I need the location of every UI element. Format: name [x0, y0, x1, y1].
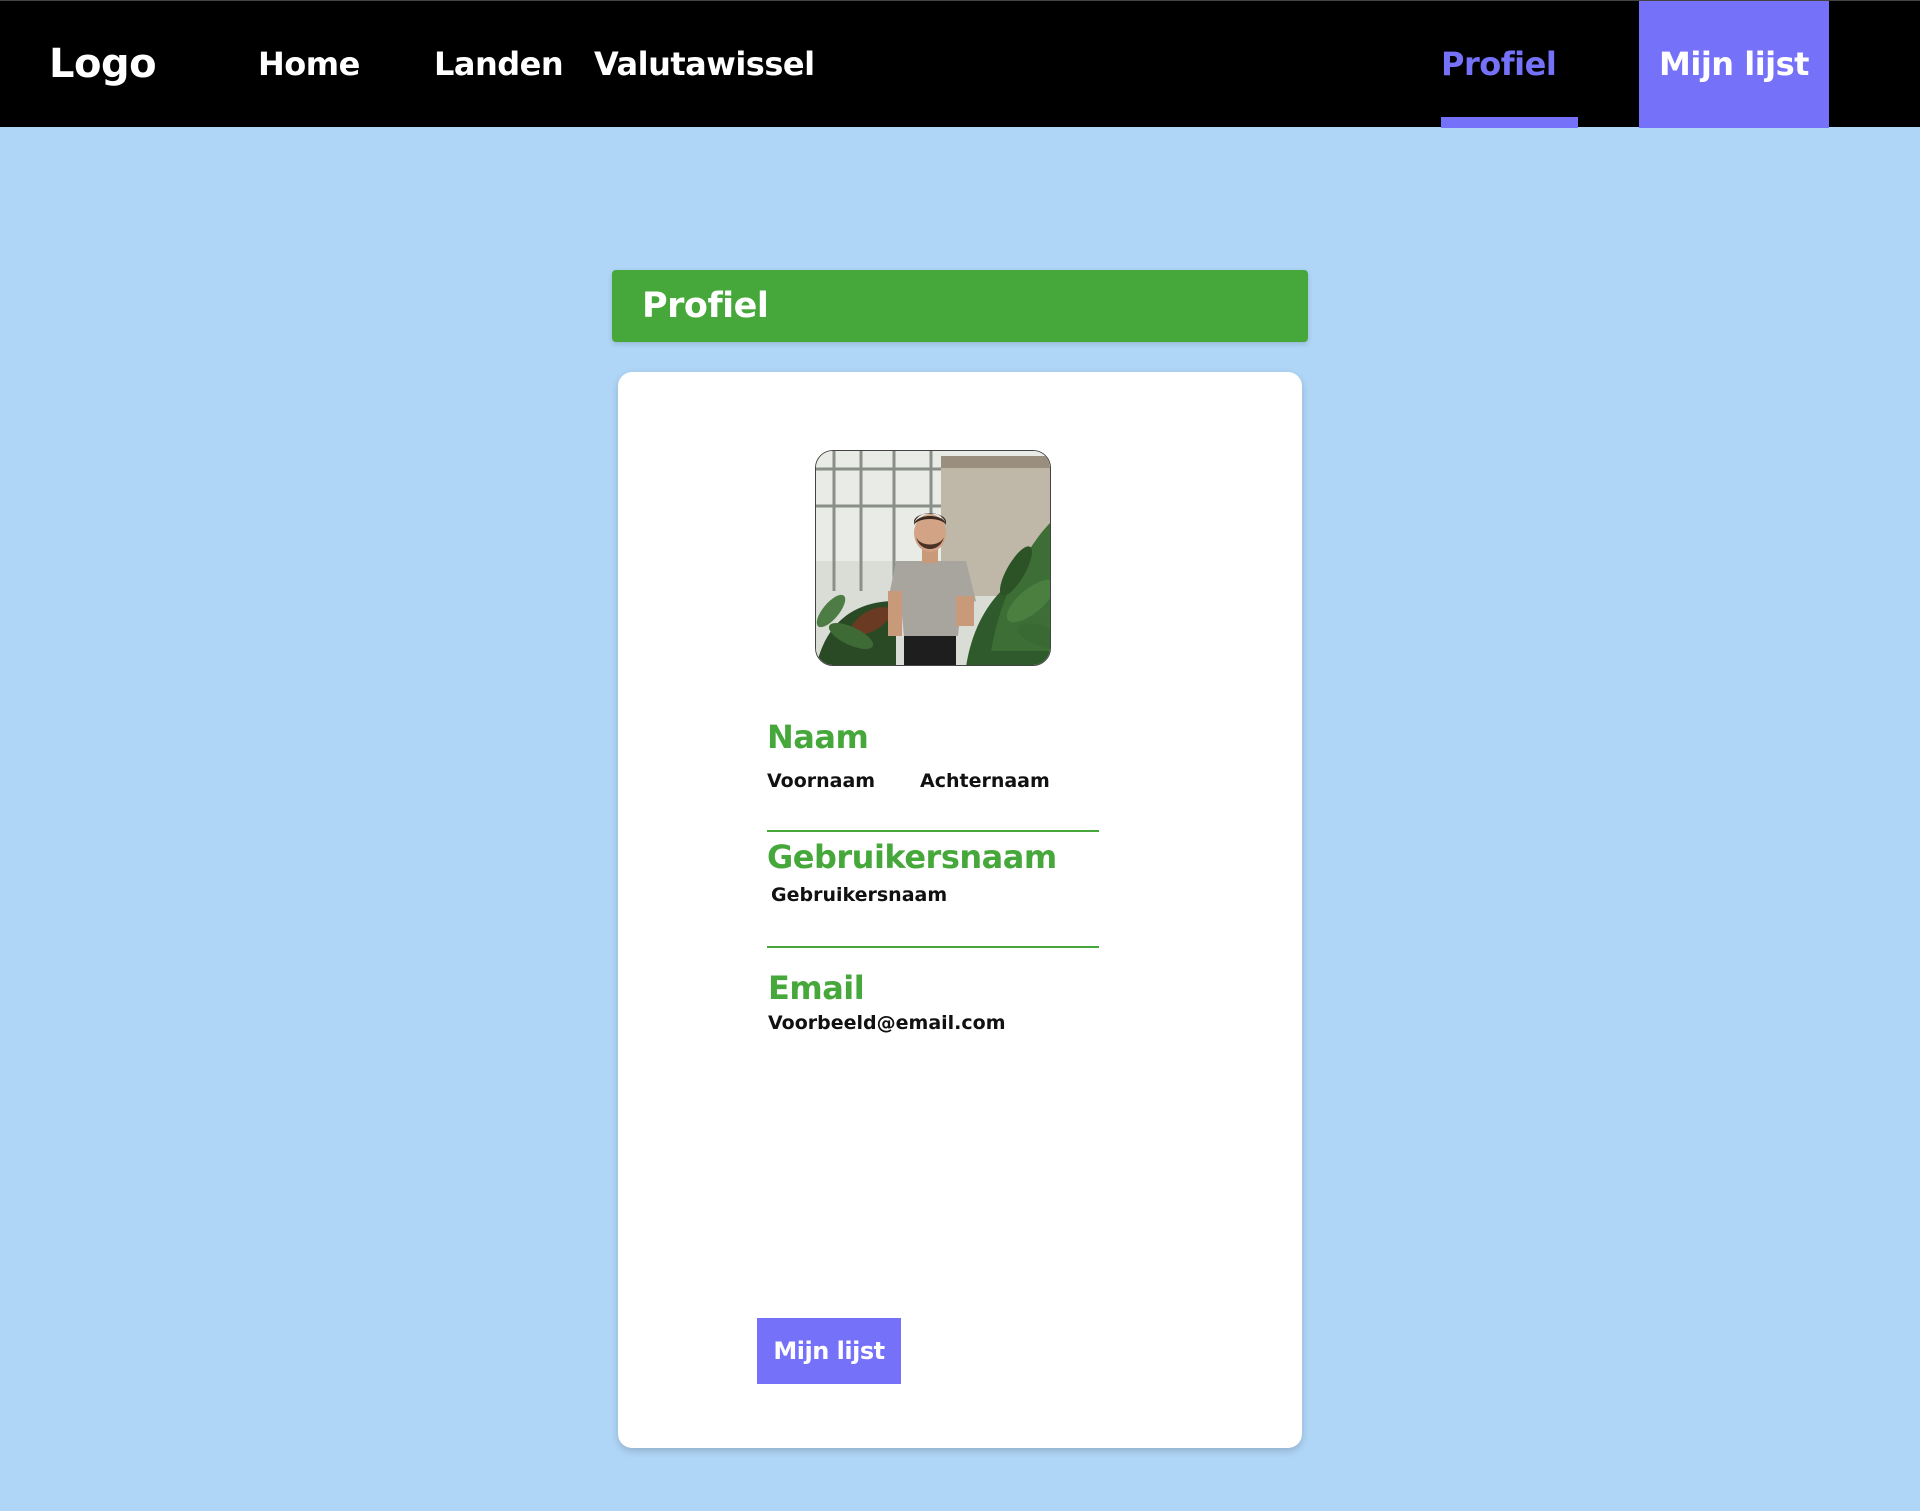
name-label: Naam: [767, 718, 869, 756]
last-name-value: Achternaam: [920, 770, 1050, 792]
divider: [767, 830, 1099, 832]
first-name-value: Voornaam: [767, 770, 876, 792]
nav-link-valutawissel[interactable]: Valutawissel: [594, 1, 815, 128]
email-value: Voorbeeld@email.com: [768, 1012, 1006, 1034]
avatar: [815, 450, 1051, 666]
username-value: Gebruikersnaam: [771, 884, 948, 906]
email-label: Email: [768, 969, 865, 1007]
nav-link-home[interactable]: Home: [258, 1, 360, 128]
page-title: Profiel: [642, 286, 769, 326]
mijn-lijst-button[interactable]: Mijn lijst: [757, 1318, 901, 1384]
profile-header-bar: Profiel: [612, 270, 1308, 342]
profile-card: Naam Voornaam Achternaam Gebruikersnaam …: [618, 372, 1302, 1448]
divider: [767, 946, 1099, 948]
active-nav-indicator: [1441, 117, 1578, 128]
profile-photo: [816, 451, 1050, 665]
top-navbar: Logo Home Landen Valutawissel Profiel Mi…: [0, 0, 1920, 128]
username-label: Gebruikersnaam: [767, 838, 1057, 876]
nav-link-profiel[interactable]: Profiel: [1441, 1, 1557, 128]
nav-mijn-lijst-button[interactable]: Mijn lijst: [1639, 1, 1829, 128]
logo[interactable]: Logo: [49, 1, 157, 128]
nav-link-landen[interactable]: Landen: [434, 1, 564, 128]
